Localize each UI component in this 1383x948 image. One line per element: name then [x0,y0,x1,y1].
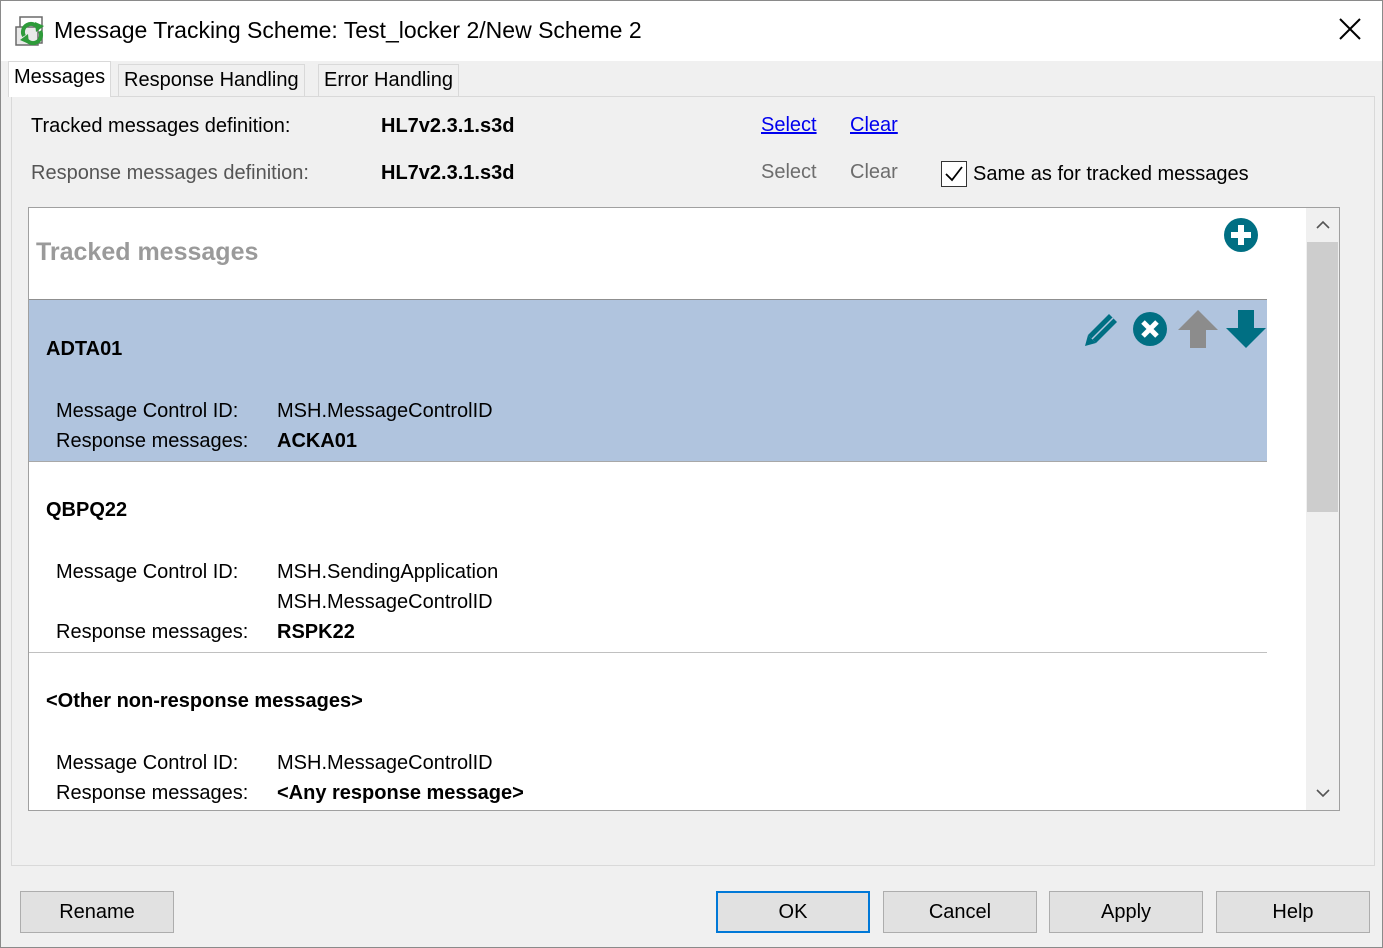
control-id-label: Message Control ID: [56,561,239,583]
button-label: Cancel [928,900,992,923]
arrow-up-icon [1178,310,1218,348]
message-name: <Other non-response messages> [46,690,363,712]
response-clear-link: Clear [850,161,898,183]
move-down-button[interactable] [1225,308,1267,350]
button-label: OK [778,900,808,923]
response-label: Response messages: [56,621,249,643]
message-tracking-app-icon [15,14,49,48]
same-as-tracked-label: Same as for tracked messages [973,162,1249,185]
response-definition-value: HL7v2.3.1.s3d [381,162,515,184]
close-button[interactable] [1318,1,1382,61]
chevron-up-icon [1315,220,1330,229]
scroll-down-button[interactable] [1306,776,1339,810]
title-bar: Message Tracking Scheme: Test_locker 2/N… [1,1,1382,61]
scroll-thumb[interactable] [1307,242,1338,512]
row-actions [1081,308,1267,350]
checkmark-icon [945,166,963,182]
tab-response-handling[interactable]: Response Handling [118,64,305,96]
tab-label: Response Handling [124,69,299,91]
tracked-messages-list: Tracked messages ADTA01 Message Control … [28,207,1340,811]
tracked-definition-value: HL7v2.3.1.s3d [381,115,515,137]
tab-label: Messages [14,66,106,88]
control-id-label: Message Control ID: [56,752,239,774]
message-name: ADTA01 [46,338,123,360]
window-title: Message Tracking Scheme: Test_locker 2/N… [54,17,642,43]
tab-error-handling[interactable]: Error Handling [318,64,459,96]
control-id-label: Message Control ID: [56,400,239,422]
chevron-down-icon [1315,789,1330,798]
dialog-window: Message Tracking Scheme: Test_locker 2/N… [0,0,1383,948]
rename-button[interactable]: Rename [20,891,174,933]
ok-button[interactable]: OK [716,891,870,933]
edit-button[interactable] [1081,308,1123,350]
vertical-scrollbar[interactable] [1306,208,1339,810]
remove-button[interactable] [1129,308,1171,350]
list-item[interactable]: QBPQ22 Message Control ID: MSH.SendingAp… [29,462,1267,653]
arrow-down-icon [1226,310,1266,348]
close-icon [1339,17,1361,45]
plus-circle-icon [1224,218,1258,252]
button-label: Rename [59,900,135,923]
remove-circle-icon [1133,312,1167,346]
messages-panel: Tracked messages definition: HL7v2.3.1.s… [11,96,1375,866]
tracked-clear-link[interactable]: Clear [850,114,898,137]
button-label: Apply [1100,900,1152,923]
control-id-value: MSH.SendingApplication [277,561,499,583]
response-value: RSPK22 [277,621,355,643]
tab-label: Error Handling [324,69,453,91]
control-id-value: MSH.MessageControlID [277,591,493,613]
apply-button[interactable]: Apply [1049,891,1203,933]
add-message-button[interactable] [1223,217,1259,253]
list-item[interactable]: ADTA01 Message Control ID: MSH.MessageCo… [29,300,1267,462]
move-up-button [1177,308,1219,350]
response-definition-label: Response messages definition: [31,162,309,184]
control-id-value: MSH.MessageControlID [277,752,493,774]
response-value: ACKA01 [277,430,358,452]
tracked-select-link[interactable]: Select [761,114,817,137]
list-item[interactable]: <Other non-response messages> Message Co… [29,653,1267,810]
scroll-up-button[interactable] [1306,208,1339,242]
response-value: <Any response message> [277,782,524,804]
button-label: Help [1272,900,1314,923]
response-label: Response messages: [56,782,249,804]
response-label: Response messages: [56,430,249,452]
pencil-icon [1085,314,1117,346]
tab-messages[interactable]: Messages [8,61,112,97]
cancel-button[interactable]: Cancel [883,891,1037,933]
response-select-link: Select [761,161,817,183]
control-id-value: MSH.MessageControlID [277,400,493,422]
list-header: Tracked messages [29,208,1267,300]
checkbox-box[interactable] [941,161,967,187]
same-as-tracked-checkbox[interactable]: Same as for tracked messages [941,161,1249,187]
message-name: QBPQ22 [46,499,128,521]
tracked-definition-label: Tracked messages definition: [31,115,291,137]
help-button[interactable]: Help [1216,891,1370,933]
list-title: Tracked messages [36,238,259,266]
